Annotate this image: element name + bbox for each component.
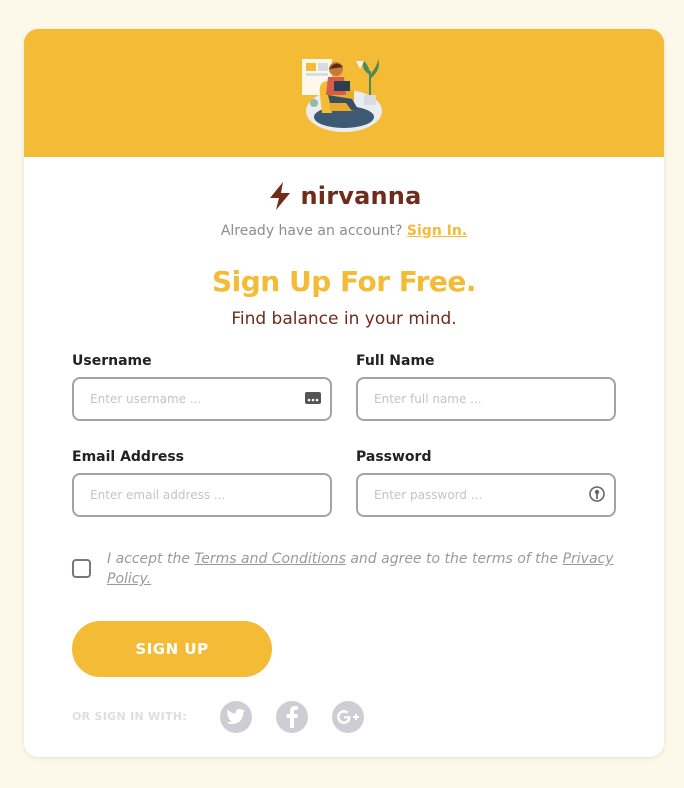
email-input[interactable] bbox=[74, 475, 284, 515]
terms-text-before: I accept the bbox=[107, 551, 195, 567]
account-prompt: Already have an account? Sign In. bbox=[24, 223, 664, 239]
signup-card: nirvanna Already have an account? Sign I… bbox=[24, 29, 664, 757]
terms-checkbox[interactable] bbox=[72, 559, 91, 578]
social-signin-label: OR SIGN IN WITH: bbox=[72, 710, 187, 723]
terms-text: I accept the Terms and Conditions and ag… bbox=[107, 549, 617, 589]
username-label: Username bbox=[72, 353, 152, 369]
google-plus-button[interactable] bbox=[332, 701, 364, 733]
sign-in-link[interactable]: Sign In. bbox=[407, 223, 467, 239]
password-input[interactable] bbox=[358, 475, 568, 515]
full-name-label: Full Name bbox=[356, 353, 435, 369]
key-icon[interactable] bbox=[588, 485, 606, 503]
brand-name: nirvanna bbox=[300, 182, 422, 210]
lightning-bolt-icon bbox=[269, 182, 290, 210]
password-manager-icon[interactable] bbox=[304, 389, 322, 407]
meditation-illustration bbox=[302, 59, 382, 132]
brand-logo: nirvanna bbox=[24, 181, 664, 211]
username-field-wrapper bbox=[72, 377, 332, 421]
header-banner bbox=[24, 29, 664, 157]
page-subtitle: Find balance in your mind. bbox=[231, 309, 457, 329]
terms-text-middle: and agree to the terms of the bbox=[345, 551, 563, 567]
full-name-field-wrapper bbox=[356, 377, 616, 421]
terms-link[interactable]: Terms and Conditions bbox=[194, 551, 345, 567]
twitter-button[interactable] bbox=[220, 701, 252, 733]
page-title: Sign Up For Free. bbox=[211, 265, 477, 298]
full-name-input[interactable] bbox=[358, 379, 568, 419]
google-plus-icon bbox=[337, 710, 359, 724]
twitter-icon bbox=[226, 708, 246, 725]
password-label: Password bbox=[356, 449, 432, 465]
account-prompt-text: Already have an account? bbox=[220, 223, 403, 239]
username-input[interactable] bbox=[74, 379, 284, 419]
sign-up-button[interactable]: SIGN UP bbox=[72, 621, 272, 677]
facebook-button[interactable] bbox=[276, 701, 308, 733]
email-label: Email Address bbox=[72, 449, 185, 465]
email-field-wrapper bbox=[72, 473, 332, 517]
password-field-wrapper bbox=[356, 473, 616, 517]
facebook-icon bbox=[286, 706, 298, 728]
